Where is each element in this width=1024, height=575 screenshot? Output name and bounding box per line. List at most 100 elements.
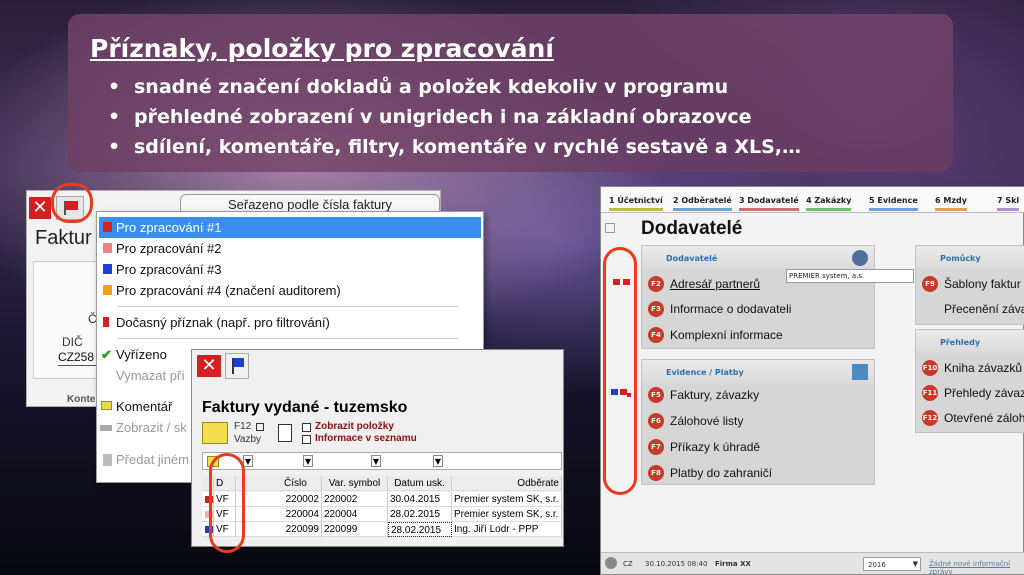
tooltip: PREMIER system, a.s. [786,269,914,283]
year-select[interactable]: 2016 ▼ [863,557,921,571]
status-datetime: 30.10.2015 08:40 [645,560,708,568]
hotkey-badge: F9 [922,276,938,292]
cell: Premier system SK, s.r. [452,507,562,522]
tab-zakazky[interactable]: 4 Zakázky [806,191,852,211]
flag-button[interactable] [225,353,249,379]
menu-item-pro-zpracovani-3[interactable]: Pro zpracování #3 [99,259,481,280]
tab-mzdy[interactable]: 6 Mzdy [935,191,967,211]
highlight-ring [603,247,637,495]
cell: 220002 [322,492,388,507]
cell: 28.02.2015 [388,522,452,537]
links-icon[interactable] [202,422,228,444]
status-icon [605,557,617,569]
chart-icon [852,364,868,380]
cell: 220004 [322,507,388,522]
dropdown-arrow-icon[interactable]: ▼ [303,455,313,467]
hotkey-badge: F11 [922,385,938,401]
dropdown-arrow-icon[interactable]: ▼ [371,455,381,467]
section-header: Dodavatelé [642,246,874,270]
partners-link[interactable]: Adresář partnerů [670,277,760,291]
section-header: Evidence / Platby [642,360,874,384]
menu-divider [117,306,459,307]
cell: Ing. Jiří Lodr - PPP [452,522,562,537]
pass-icon [103,454,112,466]
cell: 28.02.2015 [388,507,452,522]
hotkey-badge: F6 [648,413,664,429]
window-title: Faktury vydané - tuzemsko [202,399,408,416]
window-icon [605,223,615,233]
check-icon: ✔ [101,347,112,362]
cell: 220099 [322,522,388,537]
menu-item-pro-zpracovani-2[interactable]: Pro zpracování #2 [99,238,481,259]
checkbox-icon [256,423,264,431]
bullet-item: sdílení, komentáře, filtry, komentáře v … [108,132,801,162]
templates-link[interactable]: Šablony faktur [944,277,1021,291]
grid-header: D Číslo Var. symbol Datum usk. Odběrate [202,476,562,491]
blue-flag-icon [103,264,112,274]
messages-link[interactable]: Žádné nové informační zprávy [929,560,1024,575]
slide-title-card: Příznaky, položky pro zpracování snadné … [68,14,953,172]
show-items-checkbox[interactable] [302,423,311,432]
dic-label: DIČ [62,335,83,349]
close-icon[interactable]: ✕ [197,355,221,377]
red-flag-icon [103,222,112,232]
evidence-section: Evidence / Platby F5 Faktury, závazky F6… [641,359,875,485]
contact-label: Konte [67,394,96,405]
menu-item-docasny-priznak[interactable]: Dočasný příznak (např. pro filtrování) [99,312,481,333]
cell: 220099 [236,522,322,537]
table-row[interactable]: VF 220099 220099 28.02.2015 Ing. Jiří Lo… [202,522,562,537]
menu-divider [117,338,459,339]
column-header[interactable]: Datum usk. [388,476,452,491]
cell: Premier system SK, s.r. [452,492,562,507]
advance-invoices-link[interactable]: Zálohové listy [670,414,743,428]
hotkey-badge: F12 [922,410,938,426]
dropdown-arrow-icon[interactable]: ▼ [433,455,443,467]
menu-item-pro-zpracovani-4[interactable]: Pro zpracování #4 (značení auditorem) [99,280,481,301]
country-code: CZ [623,560,633,568]
people-icon [852,250,868,266]
dic-field[interactable]: CZ258 [58,350,100,366]
bullet-item: snadné značení dokladů a položek kdekoli… [108,72,801,102]
hotkey-badge: F4 [648,327,664,343]
column-header[interactable]: Odběrate [452,476,562,491]
payment-orders-link[interactable]: Příkazy k úhradě [670,440,760,454]
close-icon[interactable]: ✕ [29,197,51,219]
slide-title: Příznaky, položky pro zpracování [90,34,554,63]
open-advances-link[interactable]: Otevřené záloh [944,411,1024,425]
liabilities-book-link[interactable]: Kniha závazků [944,361,1022,375]
section-header: Pomůcky [916,246,1024,270]
page-title: Dodavatelé [641,218,743,239]
hotkey-badge: F3 [648,301,664,317]
red-flag-icon [103,317,109,327]
dropdown-arrow-icon: ▼ [912,560,918,568]
info-list-label: Informace v seznamu [315,433,417,444]
suppliers-section: Dodavatelé F2 Adresář partnerů F3 Inform… [641,245,875,349]
complex-info-link[interactable]: Komplexní informace [670,328,783,342]
section-header: Přehledy [916,330,1024,354]
column-header[interactable]: Číslo [236,476,322,491]
column-header[interactable]: Var. symbol [322,476,388,491]
tab-sklad[interactable]: 7 Skl [997,191,1020,211]
hotkey-badge: F10 [922,360,938,376]
menu-item-pro-zpracovani-1[interactable]: Pro zpracování #1 [99,217,481,238]
table-row[interactable]: VF 220004 220004 28.02.2015 Premier syst… [202,507,562,522]
invoices-link[interactable]: Faktury, závazky [670,388,759,402]
comment-icon [101,401,112,410]
tab-ucetnictvi[interactable]: 1 Účetnictví [609,191,663,211]
revaluation-link[interactable]: Přecenění závaz [944,302,1024,316]
dropdown-arrow-icon[interactable]: ▼ [243,455,253,467]
tab-dodavatele[interactable]: 3 Dodavatelé [739,191,799,211]
table-row[interactable]: VF 220002 220002 30.04.2015 Premier syst… [202,492,562,507]
view-icon [100,425,112,431]
liabilities-overview-link[interactable]: Přehledy závaz [944,386,1024,400]
document-icon[interactable] [278,424,292,442]
foreign-payments-link[interactable]: Platby do zahraničí [670,466,772,480]
bullet-item: přehledné zobrazení v unigridech i na zá… [108,102,801,132]
tab-odberatele[interactable]: 2 Odběratelé [673,191,732,211]
highlight-ring [209,453,245,553]
tab-evidence[interactable]: 5 Evidence [869,191,918,211]
tools-section: Pomůcky F9 Šablony faktur Přecenění záva… [915,245,1024,325]
supplier-info-link[interactable]: Informace o dodavateli [670,302,791,316]
status-bar: CZ 30.10.2015 08:40 Firma XX 2016 ▼ Žádn… [601,552,1024,575]
info-list-checkbox[interactable] [302,435,311,444]
